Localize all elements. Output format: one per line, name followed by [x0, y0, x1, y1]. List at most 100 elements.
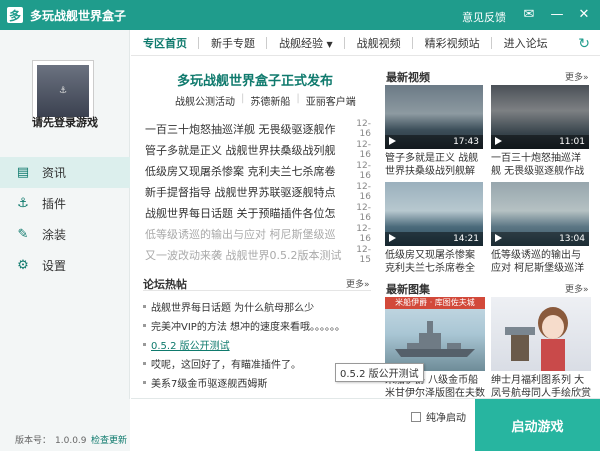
sub-link[interactable]: 战舰公测活动 [175, 93, 235, 108]
news-date: 12-16 [356, 160, 371, 181]
version-number: 1.0.0.9 [55, 436, 87, 446]
minimize-icon[interactable]: — [547, 5, 567, 25]
play-icon [389, 137, 396, 145]
app-title: 多玩战舰世界盒子 [30, 8, 127, 23]
play-icon [495, 234, 502, 242]
tab-experience[interactable]: 战舰经验 ▼ [279, 35, 333, 51]
sidebar-item-skins[interactable]: ✎ 涂装 [0, 219, 130, 250]
news-text: 战舰世界每日话题 关于预瞄插件各位怎 [145, 206, 336, 220]
bullet [143, 305, 146, 308]
version-prefix: 版本号： [15, 436, 52, 446]
news-date: 12-15 [356, 244, 371, 265]
videos-more-link[interactable]: 更多» [565, 70, 589, 83]
top-tabs: 专区首页 新手专题 战舰经验 ▼ 战舰视频 精彩视频站 进入论坛 ↻ [131, 30, 600, 56]
bullet [143, 362, 146, 365]
close-icon[interactable]: ✕ [574, 5, 594, 25]
forum-more-link[interactable]: 更多» [346, 277, 370, 290]
video-duration: 11:01 [559, 137, 585, 147]
forum-item[interactable]: 战舰世界每日话题 为什么航母那么少 [143, 297, 371, 316]
video-duration: 14:21 [453, 234, 479, 244]
tab-divider [343, 36, 345, 49]
feedback-link[interactable]: 意见反馈 [462, 9, 506, 25]
avatar[interactable]: ⚓ [32, 60, 94, 122]
video-caption: 管子多就是正义 战舰世界扶桑级战列舰解说 [385, 153, 479, 177]
play-icon [495, 137, 502, 145]
bullet [143, 343, 146, 346]
video-duration: 13:04 [559, 234, 585, 244]
news-icon: ▤ [16, 164, 30, 180]
forum-item[interactable]: 0.5.2 版公开测试 [143, 335, 371, 354]
forum-text: 0.5.2 版公开测试 [151, 341, 230, 352]
news-item[interactable]: 战舰世界每日话题 关于预瞄插件各位怎 12-16 [145, 202, 371, 223]
sub-link[interactable]: 亚丽客户端 [306, 93, 356, 108]
tab-divider [490, 36, 492, 49]
video-thumbnail: 11:01 [491, 85, 589, 149]
tab-videos[interactable]: 战舰视频 [357, 35, 401, 51]
tab-divider [411, 36, 413, 49]
video-caption: 低等级诱巡的输出与应对 柯尼斯堡级巡洋舰 [491, 250, 585, 274]
check-update-link[interactable]: 检查更新 [91, 433, 127, 446]
tab-home[interactable]: 专区首页 [143, 35, 187, 51]
news-item[interactable]: 一百三十炮怒抽巡洋舰 无畏级驱逐舰作 12-16 [145, 118, 371, 139]
pictures-more-link[interactable]: 更多» [565, 282, 589, 295]
divider [143, 290, 371, 291]
sidebar-menu: ▤ 资讯 ⚓ 插件 ✎ 涂装 ⚙ 设置 [0, 157, 130, 281]
tooltip: 0.5.2 版公开测试 [335, 363, 424, 382]
anime-girl-image [505, 307, 568, 371]
news-item[interactable]: 又一波改动来袭 战舰世界0.5.2版本测试 12-15 [145, 244, 371, 265]
news-item[interactable]: 低等级诱巡的输出与应对 柯尼斯堡级巡 12-16 [145, 223, 371, 244]
paint-icon: ✎ [17, 226, 29, 242]
pure-start-checkbox[interactable]: 纯净启动 [411, 409, 466, 424]
video-duration: 17:43 [453, 137, 479, 147]
sidebar-item-label: 设置 [42, 259, 67, 273]
news-item[interactable]: 新手提督指导 战舰世界苏联驱逐舰特点 12-16 [145, 181, 371, 202]
picture-card[interactable]: 米船伊爵 · 库图佐夫城 米船伊爵 八级金币船米甘伊尔泽版图在夫数据 [385, 297, 485, 400]
video-card[interactable]: 17:43 管子多就是正义 战舰世界扶桑级战列舰解说 [385, 85, 483, 178]
tab-video-site[interactable]: 精彩视频站 [425, 35, 480, 51]
launch-game-button[interactable]: 启动游戏 [475, 399, 600, 451]
video-caption: 一百三十炮怒抽巡洋舰 无畏级驱逐舰作战 [491, 153, 585, 177]
news-date: 12-16 [356, 181, 371, 202]
tab-newbie[interactable]: 新手专题 [211, 35, 255, 51]
news-item[interactable]: 管子多就是正义 战舰世界扶桑级战列舰 12-16 [145, 139, 371, 160]
video-card[interactable]: 11:01 一百三十炮怒抽巡洋舰 无畏级驱逐舰作战 [491, 85, 589, 178]
sidebar-item-label: 涂装 [42, 228, 67, 242]
tab-forum[interactable]: 进入论坛 [504, 35, 548, 51]
news-list: 一百三十炮怒抽巡洋舰 无畏级驱逐舰作 12-16 管子多就是正义 战舰世界扶桑级战… [145, 118, 371, 265]
news-text: 低级房又现屠杀惨案 克利夫兰七杀席卷 [145, 164, 336, 178]
news-text: 新手提督指导 战舰世界苏联驱逐舰特点 [145, 185, 336, 199]
forum-text: 美系7级金币驱逐舰西姆斯 [151, 379, 268, 390]
gear-icon: ⚙ [17, 257, 29, 273]
picture-thumbnail [491, 297, 591, 371]
forum-text: 哎呢，这回好了，有瞄准插件了。 [151, 360, 301, 371]
forum-item[interactable]: 完美冲VIP的方法 想冲的速度来看哦。。。。。。 [143, 316, 371, 335]
tab-divider [266, 36, 267, 49]
version-label: 版本号： 1.0.0.9 [11, 433, 87, 446]
tab-label: 战舰经验 [279, 36, 323, 50]
picture-card[interactable]: 绅士月福利图系列 大凤号航母同人手绘欣赏 [491, 297, 591, 400]
login-prompt[interactable]: 请先登录游戏 [0, 114, 130, 130]
picture-caption: 绅士月福利图系列 大凤号航母同人手绘欣赏 [491, 375, 591, 399]
headline-sub-links: 战舰公测活动 | 苏德新船 | 亚丽客户端 [175, 93, 356, 108]
pictures-section-title: 最新图集 [386, 283, 430, 296]
play-icon [389, 234, 396, 242]
sidebar: ⚓ 请先登录游戏 ▤ 资讯 ⚓ 插件 ✎ 涂装 ⚙ 设置 [0, 30, 130, 399]
video-caption: 低级房又现屠杀惨案 克利夫兰七杀席卷全场 [385, 250, 475, 274]
video-card[interactable]: 14:21 低级房又现屠杀惨案 克利夫兰七杀席卷全场 [385, 182, 483, 275]
tab-divider [198, 36, 199, 49]
video-thumbnail: 14:21 [385, 182, 483, 246]
sidebar-item-plugins[interactable]: ⚓ 插件 [0, 188, 130, 219]
video-thumbnail: 17:43 [385, 85, 483, 149]
sidebar-item-settings[interactable]: ⚙ 设置 [0, 250, 130, 281]
news-date: 12-16 [356, 223, 371, 244]
sub-link[interactable]: 苏德新船 [250, 93, 290, 108]
news-date: 12-16 [356, 139, 371, 160]
refresh-icon[interactable]: ↻ [578, 36, 590, 52]
video-card[interactable]: 13:04 低等级诱巡的输出与应对 柯尼斯堡级巡洋舰 [491, 182, 589, 275]
sidebar-item-news[interactable]: ▤ 资讯 [0, 157, 130, 188]
videos-section-title: 最新视频 [386, 71, 430, 84]
news-text: 低等级诱巡的输出与应对 柯尼斯堡级巡 [145, 227, 336, 241]
headline-title[interactable]: 多玩战舰世界盒子正式发布 [131, 70, 379, 89]
news-item[interactable]: 低级房又现屠杀惨案 克利夫兰七杀席卷 12-16 [145, 160, 371, 181]
skin-icon[interactable]: ✉ [519, 5, 539, 25]
